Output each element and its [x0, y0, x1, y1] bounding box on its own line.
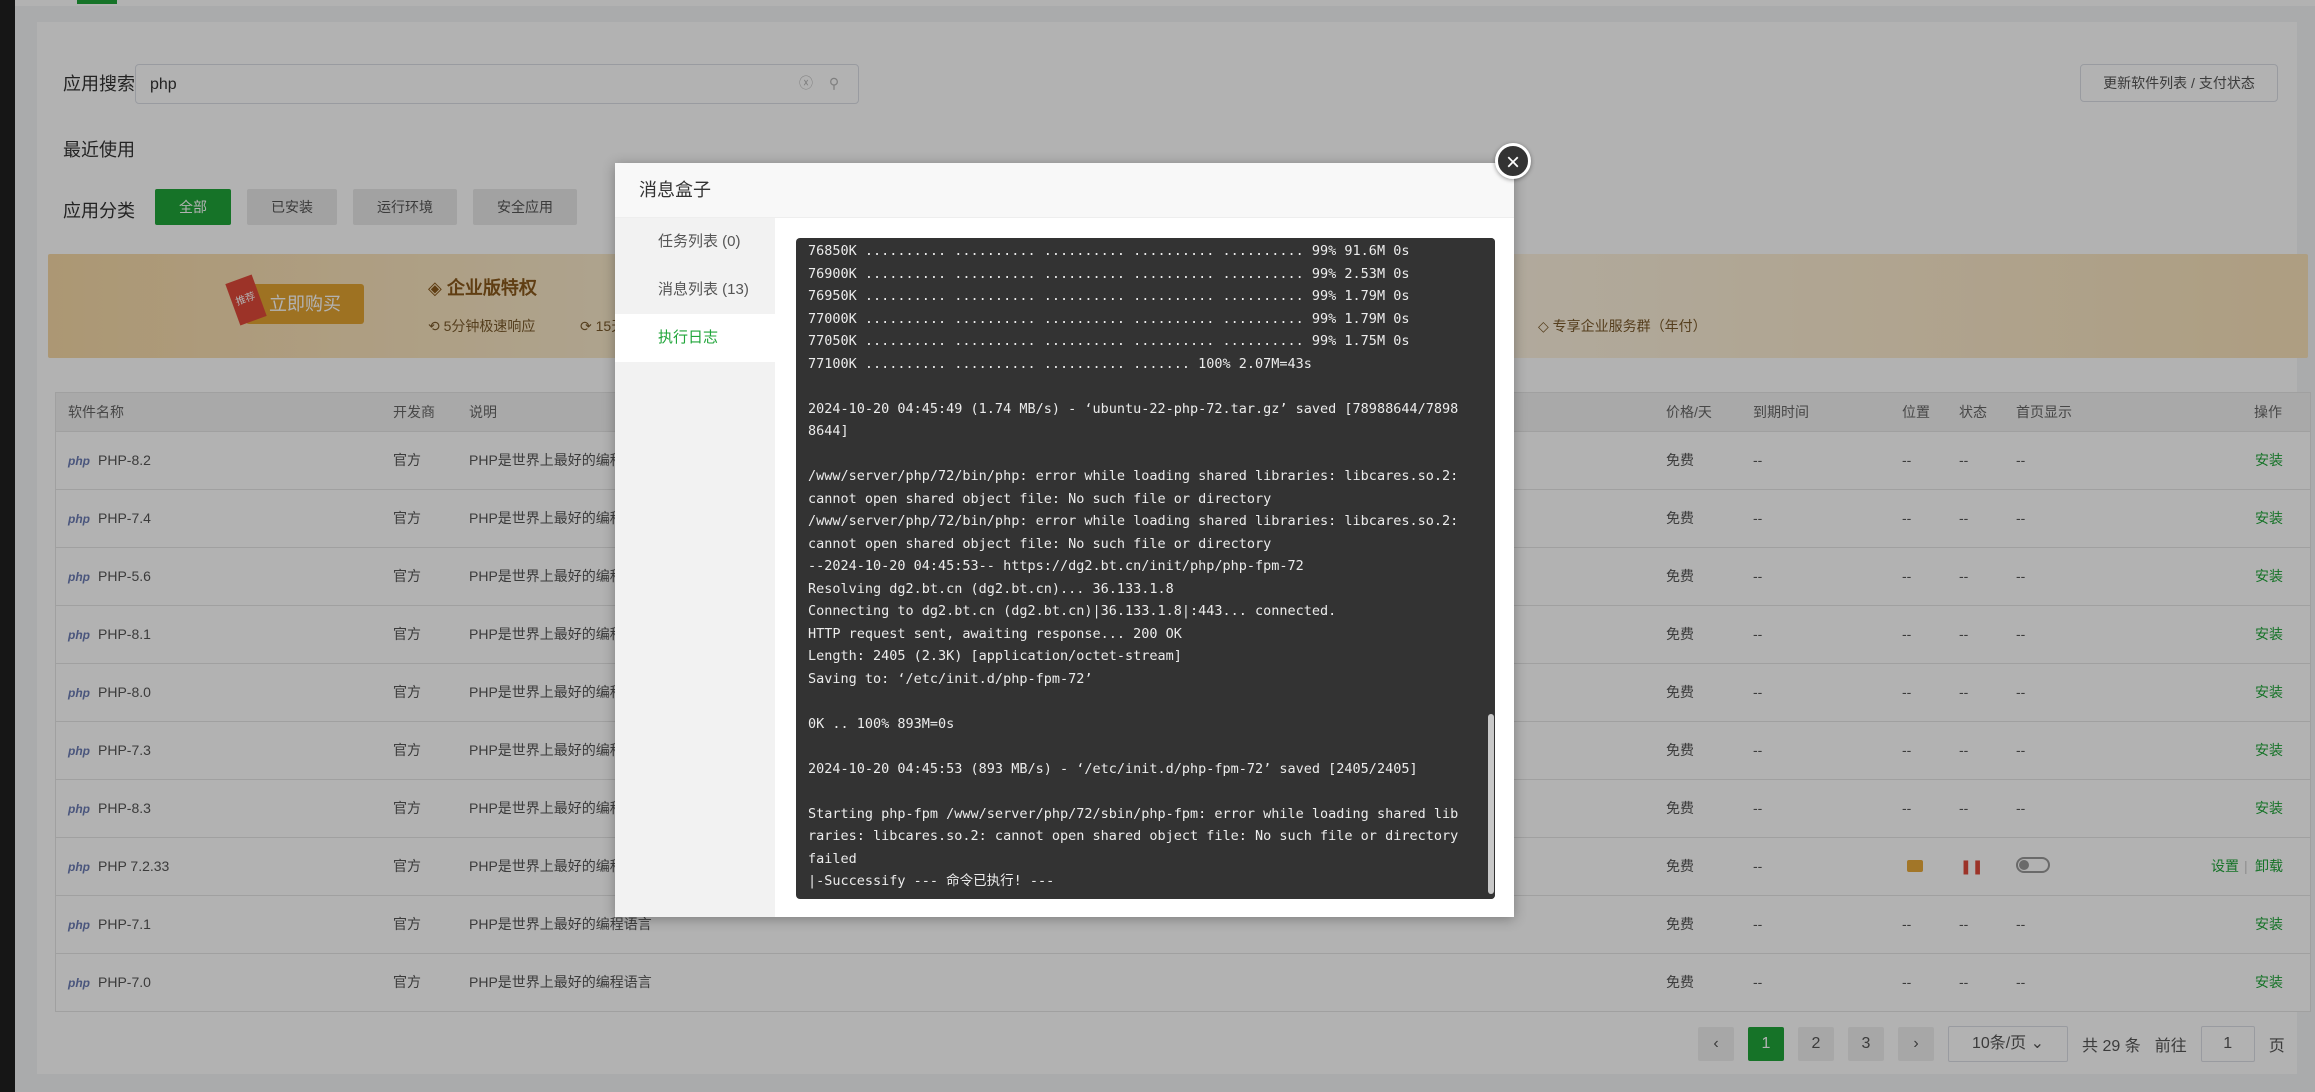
modal-sidenav: 任务列表 (0) 消息列表 (13) 执行日志 — [615, 218, 775, 917]
log-scrollbar-thumb[interactable] — [1488, 714, 1494, 894]
nav-message-list[interactable]: 消息列表 (13) — [615, 266, 775, 314]
log-text: 76850K .......... .......... .......... … — [808, 243, 1459, 889]
nav-task-list[interactable]: 任务列表 (0) — [615, 218, 775, 266]
modal-title: 消息盒子 — [615, 163, 1514, 218]
nav-execution-log[interactable]: 执行日志 — [615, 314, 775, 362]
message-box-dialog: 消息盒子 × 任务列表 (0) 消息列表 (13) 执行日志 76850K ..… — [615, 143, 1531, 917]
close-icon[interactable]: × — [1495, 143, 1531, 179]
execution-log-console[interactable]: 76850K .......... .......... .......... … — [796, 238, 1495, 899]
log-scrollbar[interactable] — [1487, 238, 1495, 899]
